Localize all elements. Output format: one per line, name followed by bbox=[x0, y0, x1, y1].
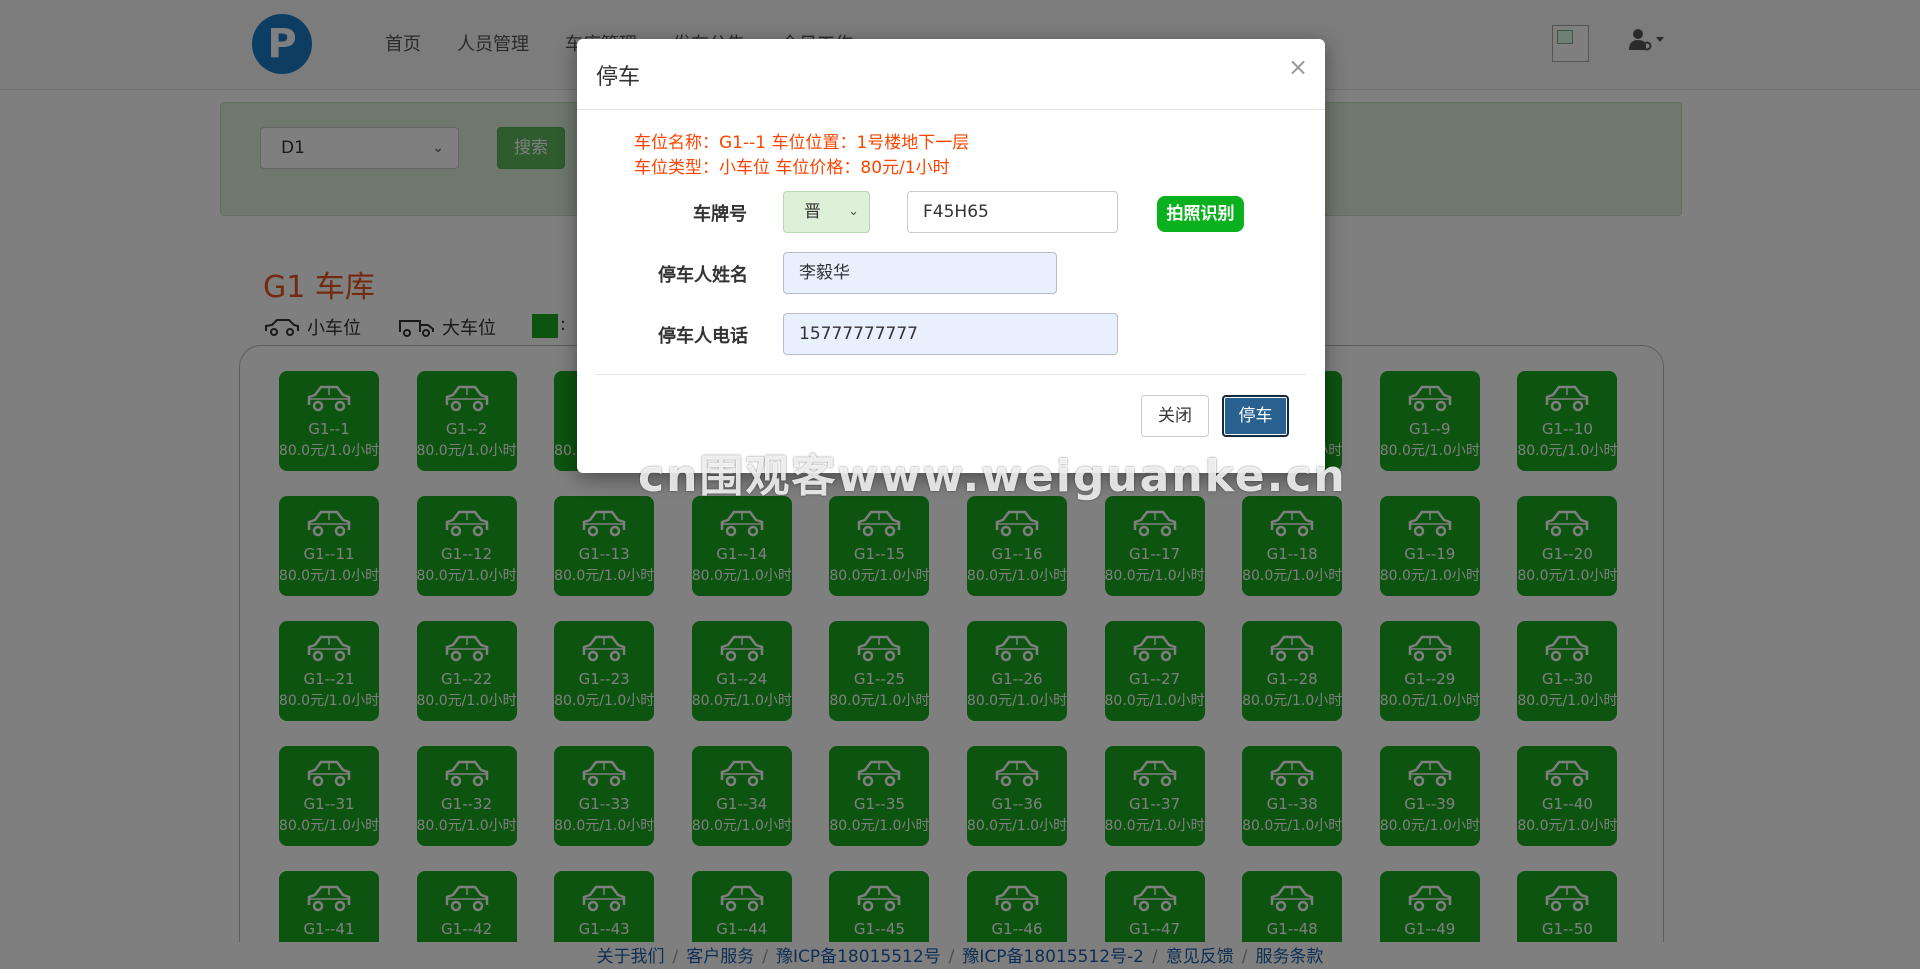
plate-province-value: 晋 bbox=[804, 202, 821, 222]
watermark: cn围观客www.weiguanke.cn bbox=[638, 451, 1347, 502]
plate-province-select[interactable]: 晋 ⌄ bbox=[783, 191, 870, 233]
driver-name-input[interactable]: 李毅华 bbox=[783, 252, 1057, 294]
modal-footer-divider bbox=[596, 374, 1306, 375]
chevron-down-icon: ⌄ bbox=[848, 204, 859, 219]
close-button[interactable]: 关闭 bbox=[1141, 395, 1209, 437]
spot-info-line-1: 车位名称：G1--1 车位位置：1号楼地下一层 bbox=[634, 133, 970, 153]
modal-title: 停车 bbox=[596, 65, 641, 90]
driver-phone-input[interactable]: 15777777777 bbox=[783, 313, 1118, 355]
photo-recognize-button[interactable]: 拍照识别 bbox=[1157, 196, 1244, 232]
modal-header-divider bbox=[577, 109, 1325, 110]
close-icon[interactable]: × bbox=[1288, 53, 1308, 81]
driver-name-label: 停车人姓名 bbox=[658, 265, 748, 286]
park-button[interactable]: 停车 bbox=[1222, 395, 1289, 437]
driver-phone-label: 停车人电话 bbox=[658, 326, 748, 347]
plate-label: 车牌号 bbox=[693, 204, 747, 225]
park-modal: 停车 × 车位名称：G1--1 车位位置：1号楼地下一层 车位类型：小车位 车位… bbox=[577, 39, 1325, 473]
spot-info-line-2: 车位类型：小车位 车位价格：80元/1小时 bbox=[634, 158, 950, 178]
plate-number-input[interactable]: F45H65 bbox=[907, 191, 1118, 233]
